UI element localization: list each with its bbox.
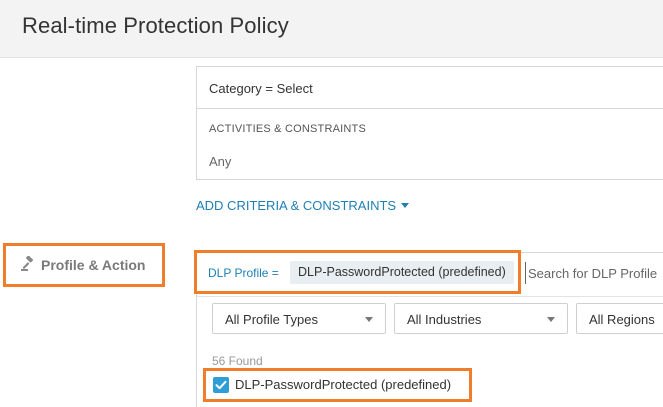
caret-down-icon <box>547 317 555 322</box>
caret-down-icon <box>365 317 373 322</box>
add-criteria-label: ADD CRITERIA & CONSTRAINTS <box>196 198 397 213</box>
profile-types-dropdown[interactable]: All Profile Types <box>212 303 386 334</box>
gavel-icon <box>21 256 33 271</box>
page-header: Real-time Protection Policy <box>0 0 663 58</box>
add-criteria-button[interactable]: ADD CRITERIA & CONSTRAINTS <box>196 198 410 213</box>
industries-value: All Industries <box>407 312 482 327</box>
industries-dropdown[interactable]: All Industries <box>394 303 568 334</box>
result-highlight <box>203 368 472 402</box>
activities-title: ACTIVITIES & CONSTRAINTS <box>209 123 366 135</box>
profile-types-value: All Profile Types <box>225 312 318 327</box>
regions-value: All Regions <box>589 312 655 327</box>
dlp-profile-highlight <box>194 250 521 294</box>
dlp-search-input[interactable] <box>525 262 663 284</box>
page-title: Real-time Protection Policy <box>22 13 289 38</box>
regions-dropdown[interactable]: All Regions <box>576 303 663 334</box>
activities-value[interactable]: Any <box>209 154 231 169</box>
category-label: Category = Select <box>209 81 313 96</box>
category-row[interactable]: Category = Select <box>197 67 663 109</box>
criteria-box: Category = Select ACTIVITIES & CONSTRAIN… <box>196 66 663 180</box>
results-count: 56 Found <box>212 354 263 368</box>
section-label: Profile & Action <box>41 257 146 273</box>
caret-down-icon <box>401 203 410 208</box>
profile-action-section: Profile & Action <box>3 243 165 287</box>
